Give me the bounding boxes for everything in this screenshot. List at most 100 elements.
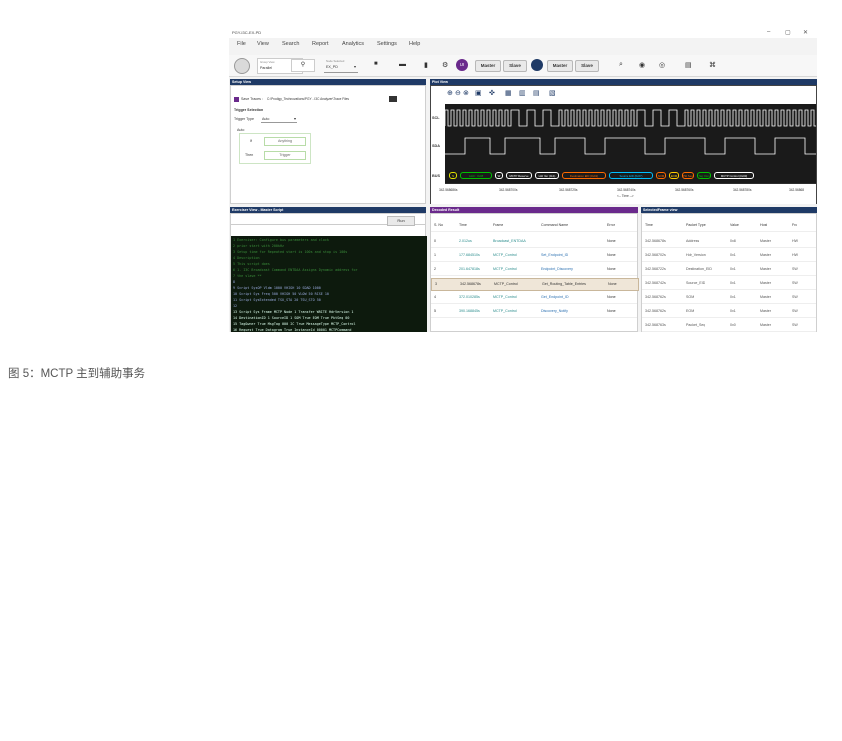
time-tick: 342.568780s <box>733 188 752 192</box>
table-row[interactable]: 342.568722s Destination_EID 0x1 Master SW <box>642 264 816 276</box>
gear-icon[interactable]: ⚙ <box>442 61 448 69</box>
marker-icon[interactable]: ✜ <box>489 89 495 97</box>
if-condition-field[interactable]: Anything <box>264 137 306 146</box>
table-row[interactable]: 4 372.010285s MCTP_Control Get_Endpoint_ID N… <box>431 292 637 304</box>
lane-bus: BUS <box>432 174 441 178</box>
export-icon[interactable]: ▧ <box>549 89 556 97</box>
bus-decode-row[interactable]: S Addr : 0x08 W MCTP Reserve Hdr Ver (0x1) De… <box>445 172 816 181</box>
time-axis: 342.568686s 342.568700s 342.568725s 342.… <box>431 184 816 204</box>
then-action-field[interactable]: Trigger <box>264 151 306 160</box>
bus-segment[interactable]: W <box>495 172 503 179</box>
maximize-button[interactable]: ▢ <box>785 29 791 36</box>
table-row[interactable]: 0 2.012us Broadcast_ENTDAA None <box>431 236 637 248</box>
table-row[interactable]: 1 177.684510s MCTP_Control Set_Endpoint_ID N… <box>431 250 637 262</box>
table-header: S. No Time Frame Command Name Error <box>431 220 637 232</box>
zoom-out-icon[interactable]: ⊖ <box>455 89 461 97</box>
script-line: 1 Exerciser: Configure bus parameters an… <box>233 238 329 242</box>
folder-icon[interactable]: ▬ <box>399 61 406 68</box>
table-cell: None <box>608 282 617 286</box>
zoom-in-icon[interactable]: ⊕ <box>447 89 453 97</box>
stop-icon[interactable]: ■ <box>374 61 378 67</box>
grid-icon[interactable]: ▦ <box>505 89 512 97</box>
time-axis-label: <-- Time --> <box>617 194 634 198</box>
bus-segment[interactable]: S <box>449 172 457 179</box>
menu-help[interactable]: Help <box>409 41 420 47</box>
browse-folder-icon[interactable] <box>389 96 397 102</box>
node-select[interactable]: Node Selected EX_PD ▾ <box>324 58 358 73</box>
exerciser-icon[interactable] <box>531 59 543 71</box>
table-row[interactable]: 3 342.568678s MCTP_Control Get_Routing_Tabl… <box>431 278 639 291</box>
script-editor[interactable]: 1 Exerciser: Configure bus parameters an… <box>231 236 427 332</box>
menu-report[interactable]: Report <box>312 41 329 47</box>
menu-bar: File View Search Report Analytics Settin… <box>229 41 817 51</box>
menu-file[interactable]: File <box>237 41 246 47</box>
table-row[interactable]: 5 390.168845s MCTP_Control Discovery_Notify… <box>431 306 637 318</box>
minimize-button[interactable]: – <box>767 29 770 35</box>
menu-analytics[interactable]: Analytics <box>342 41 364 47</box>
table-row[interactable]: 342.568762s EOM 0x1 Master SW <box>642 306 816 318</box>
close-button[interactable]: ✕ <box>803 29 808 36</box>
bus-segment[interactable]: Source EID (0x07) <box>609 172 653 179</box>
target-icon[interactable]: ◎ <box>659 61 665 69</box>
network-icon[interactable]: ⌘ <box>709 61 716 69</box>
table-row[interactable]: 342.568702s Hdr_Version 0x1 Master HW <box>642 250 816 262</box>
probe-device-icon[interactable]: ▮ <box>424 61 428 69</box>
cursor-icon[interactable]: ▣ <box>475 89 482 97</box>
table-cell: 0x1 <box>730 309 736 313</box>
bus-segment[interactable]: Tag Own <box>697 172 711 179</box>
column-header[interactable]: Error <box>607 220 615 231</box>
column-header[interactable]: Fro <box>792 220 797 231</box>
script-line: 3 Setup time for Repeated start is 100s … <box>233 250 348 254</box>
probe-icon[interactable]: ⚲ <box>291 59 315 72</box>
trigger-type-select[interactable]: Auto ▾ <box>261 115 297 123</box>
column-header[interactable]: Frame <box>493 220 503 231</box>
script-line: 14 DestinationID 1 SourceID 1 SOM True E… <box>233 316 350 320</box>
table-row[interactable]: 342.568678s Address 0x8 Master HW <box>642 236 816 248</box>
ui-badge[interactable]: UI <box>456 59 468 71</box>
column-header[interactable]: Time <box>459 220 467 231</box>
script-line: 2 prior start with 200kHz <box>233 244 285 248</box>
record-icon[interactable]: ◉ <box>639 61 645 69</box>
table-cell: HW <box>792 253 798 257</box>
column-header[interactable]: Host <box>760 220 767 231</box>
column-header[interactable]: Time <box>645 220 653 231</box>
master-button[interactable]: Master <box>475 60 501 72</box>
table-cell: MCTP_Control <box>494 282 518 286</box>
table-cell: Source_EID <box>686 281 706 285</box>
table-row[interactable]: 342.568762s SOM 0x1 Master SW <box>642 292 816 304</box>
table-row[interactable]: 2 201.647818s MCTP_Control Endpoint_Discove… <box>431 264 637 276</box>
table-cell: None <box>607 253 616 257</box>
chevron-down-icon: ▾ <box>353 64 356 69</box>
settings-icon[interactable]: ▤ <box>533 89 540 97</box>
slave-button[interactable]: Slave <box>503 60 527 72</box>
column-header[interactable]: Value <box>730 220 739 231</box>
bus-segment[interactable]: Addr : 0x08 <box>460 172 492 179</box>
table-row[interactable]: 342.568763s Packet_Seq 0x0 Master SW <box>642 320 816 332</box>
menu-search[interactable]: Search <box>282 41 299 47</box>
menu-view[interactable]: View <box>257 41 269 47</box>
bus-segment[interactable]: Destination EID (0x01) <box>562 172 606 179</box>
table-icon[interactable]: ▥ <box>519 89 526 97</box>
column-header[interactable]: Command Name <box>541 220 568 231</box>
master-button-2[interactable]: Master <box>547 60 573 72</box>
table-cell: 0x0 <box>730 323 736 327</box>
column-header[interactable]: S. No <box>434 220 443 231</box>
bus-segment[interactable]: MCTP Control (0x00) <box>714 172 754 179</box>
run-button[interactable]: Run <box>387 216 415 226</box>
search-icon[interactable]: ⌕ <box>619 61 623 69</box>
slave-button-2[interactable]: Slave <box>575 60 599 72</box>
table-cell: None <box>607 239 616 243</box>
bus-segment[interactable]: Hdr Ver (0x1) <box>535 172 559 179</box>
bus-segment[interactable]: Pkt Seq <box>682 172 694 179</box>
zoom-fit-icon[interactable]: ⊗ <box>463 89 469 97</box>
trace-path-field[interactable]: C:\Prodigy_Technovations\PGY - I3C Analy… <box>267 97 385 101</box>
document-icon[interactable]: ▤ <box>685 61 692 69</box>
save-traces-checkbox[interactable] <box>234 97 239 102</box>
bus-segment[interactable]: SOM <box>656 172 666 179</box>
trigger-selection-title: Trigger Selection <box>234 108 264 112</box>
bus-segment[interactable]: EOM <box>669 172 679 179</box>
menu-settings[interactable]: Settings <box>377 41 397 47</box>
bus-segment[interactable]: MCTP Reserve <box>506 172 532 179</box>
table-row[interactable]: 342.568742s Source_EID 0x1 Master SW <box>642 278 816 290</box>
column-header[interactable]: Packet Type <box>686 220 706 231</box>
